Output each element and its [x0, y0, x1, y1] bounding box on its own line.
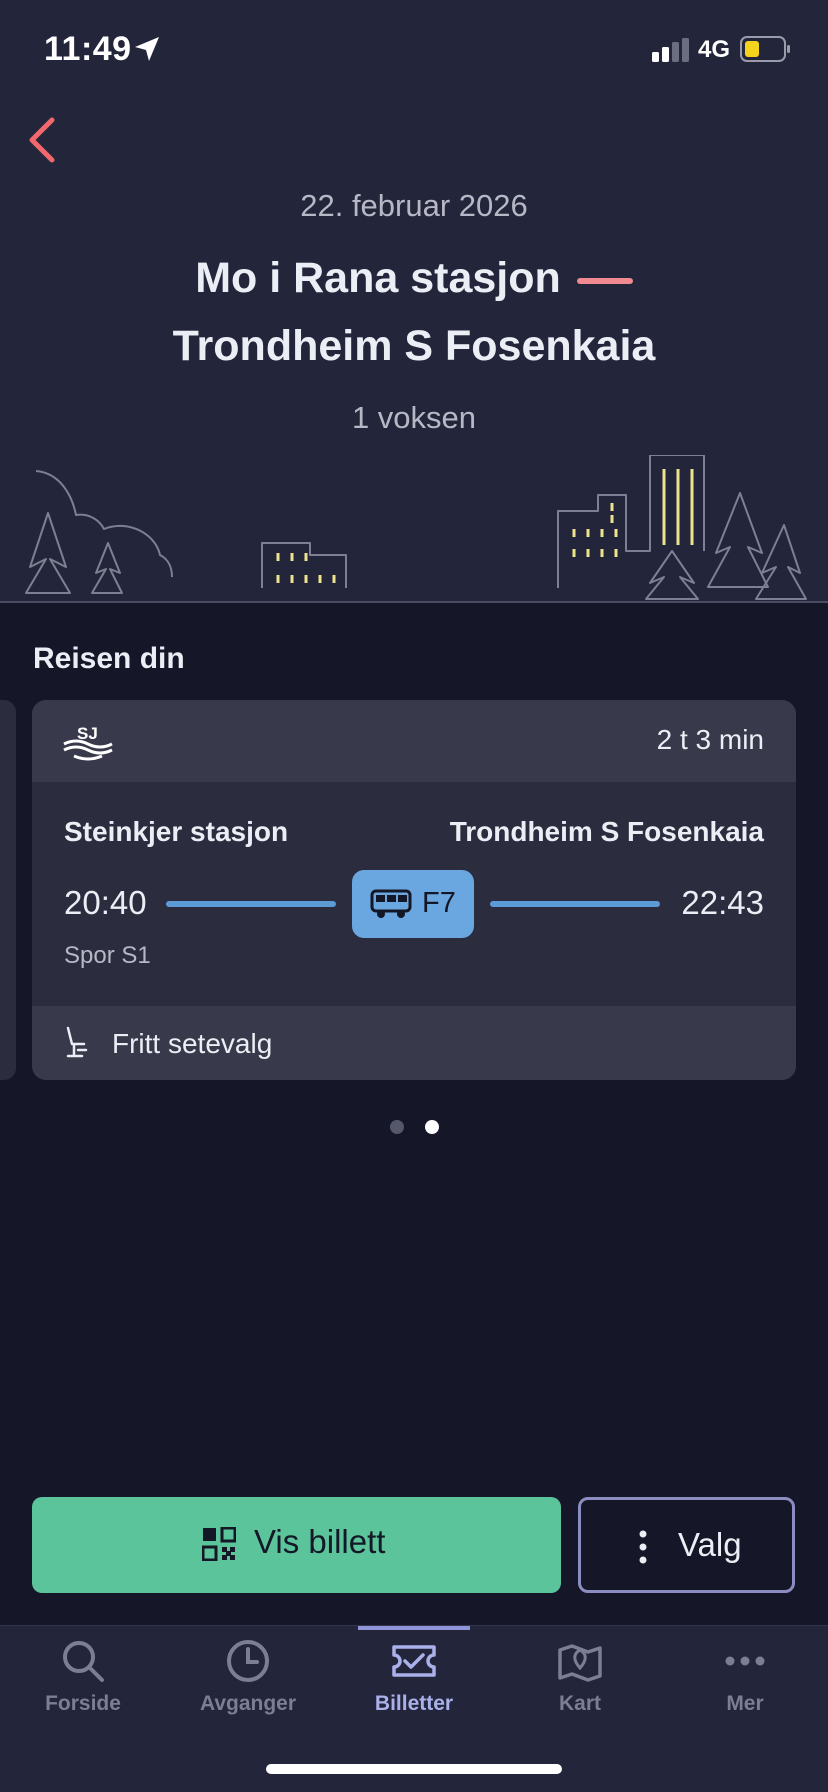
show-ticket-button[interactable]: Vis billett: [32, 1497, 561, 1593]
arrival-station: Trondheim S Fosenkaia: [449, 816, 764, 847]
map-icon: [558, 1644, 602, 1682]
tab-mer[interactable]: Mer: [662, 1626, 828, 1736]
route-from: Mo i Rana stasjon: [0, 254, 828, 303]
tab-label: Kart: [558, 1692, 601, 1715]
track-label: Spor S1: [64, 942, 151, 969]
network-label: 4G: [698, 36, 731, 63]
tab-label: Forside: [45, 1692, 121, 1715]
trip-date: 22. februar 2026: [300, 188, 528, 223]
back-chevron-icon[interactable]: [22, 114, 62, 166]
tab-billetter[interactable]: Billetter: [331, 1626, 497, 1736]
route-to: Trondheim S Fosenkaia: [172, 322, 656, 370]
location-arrow-icon: [135, 37, 159, 61]
passenger-count: 1 voksen: [351, 400, 477, 435]
skyline-illustration: [25, 455, 807, 600]
ticket-icon: [392, 1645, 436, 1677]
section-title: Reisen din: [33, 642, 185, 675]
seat-info: Fritt setevalg: [112, 1028, 273, 1059]
departure-time: 20:40: [64, 884, 147, 921]
page-dot-active[interactable]: [425, 1120, 439, 1134]
page-dot[interactable]: [390, 1120, 404, 1134]
tab-label: Avganger: [199, 1692, 297, 1715]
line-code: F7: [422, 887, 456, 919]
tab-forside[interactable]: Forside: [0, 1626, 166, 1736]
tab-label: Billetter: [374, 1692, 454, 1715]
route-dash: [576, 277, 633, 284]
line-badge: F7: [352, 870, 474, 938]
arrival-time: 22:43: [681, 884, 764, 921]
more-icon: [725, 1656, 765, 1666]
seat-icon: [66, 1026, 88, 1058]
qr-code-icon: [202, 1527, 236, 1561]
clock-icon: [227, 1640, 269, 1682]
bus-icon: [370, 889, 412, 918]
departure-station: Steinkjer stasjon: [64, 816, 289, 847]
journey-leg-card[interactable]: SJ 2 t 3 min Steinkjer stasjon Trondheim…: [32, 700, 796, 1080]
card-header: SJ 2 t 3 min: [32, 700, 796, 782]
previous-leg-card-edge[interactable]: [0, 700, 16, 1080]
search-icon: [63, 1641, 104, 1682]
route-line-left: [166, 901, 336, 907]
tab-label: Mer: [726, 1692, 764, 1715]
status-bar: 11:49 4G: [0, 0, 828, 100]
page-indicator: [386, 1118, 442, 1138]
more-vertical-icon: [639, 1530, 647, 1564]
route-from-label: Mo i Rana stasjon: [195, 254, 561, 302]
battery-icon: [740, 36, 790, 62]
home-indicator[interactable]: [266, 1764, 562, 1774]
status-time: 11:49: [44, 30, 132, 68]
seat-info-row: Fritt setevalg: [32, 1006, 796, 1080]
options-label: Valg: [678, 1526, 742, 1563]
show-ticket-label: Vis billett: [254, 1523, 386, 1560]
trip-header: 11:49 4G 22. februar 2026 Mo i Rana stas…: [0, 0, 828, 603]
sj-logo-icon: SJ: [63, 724, 113, 761]
leg-duration: 2 t 3 min: [656, 724, 764, 755]
options-button[interactable]: Valg: [578, 1497, 795, 1593]
tab-avganger[interactable]: Avganger: [165, 1626, 331, 1736]
route-line-right: [490, 901, 660, 907]
signal-icon: [652, 38, 689, 62]
tab-kart[interactable]: Kart: [497, 1626, 663, 1736]
